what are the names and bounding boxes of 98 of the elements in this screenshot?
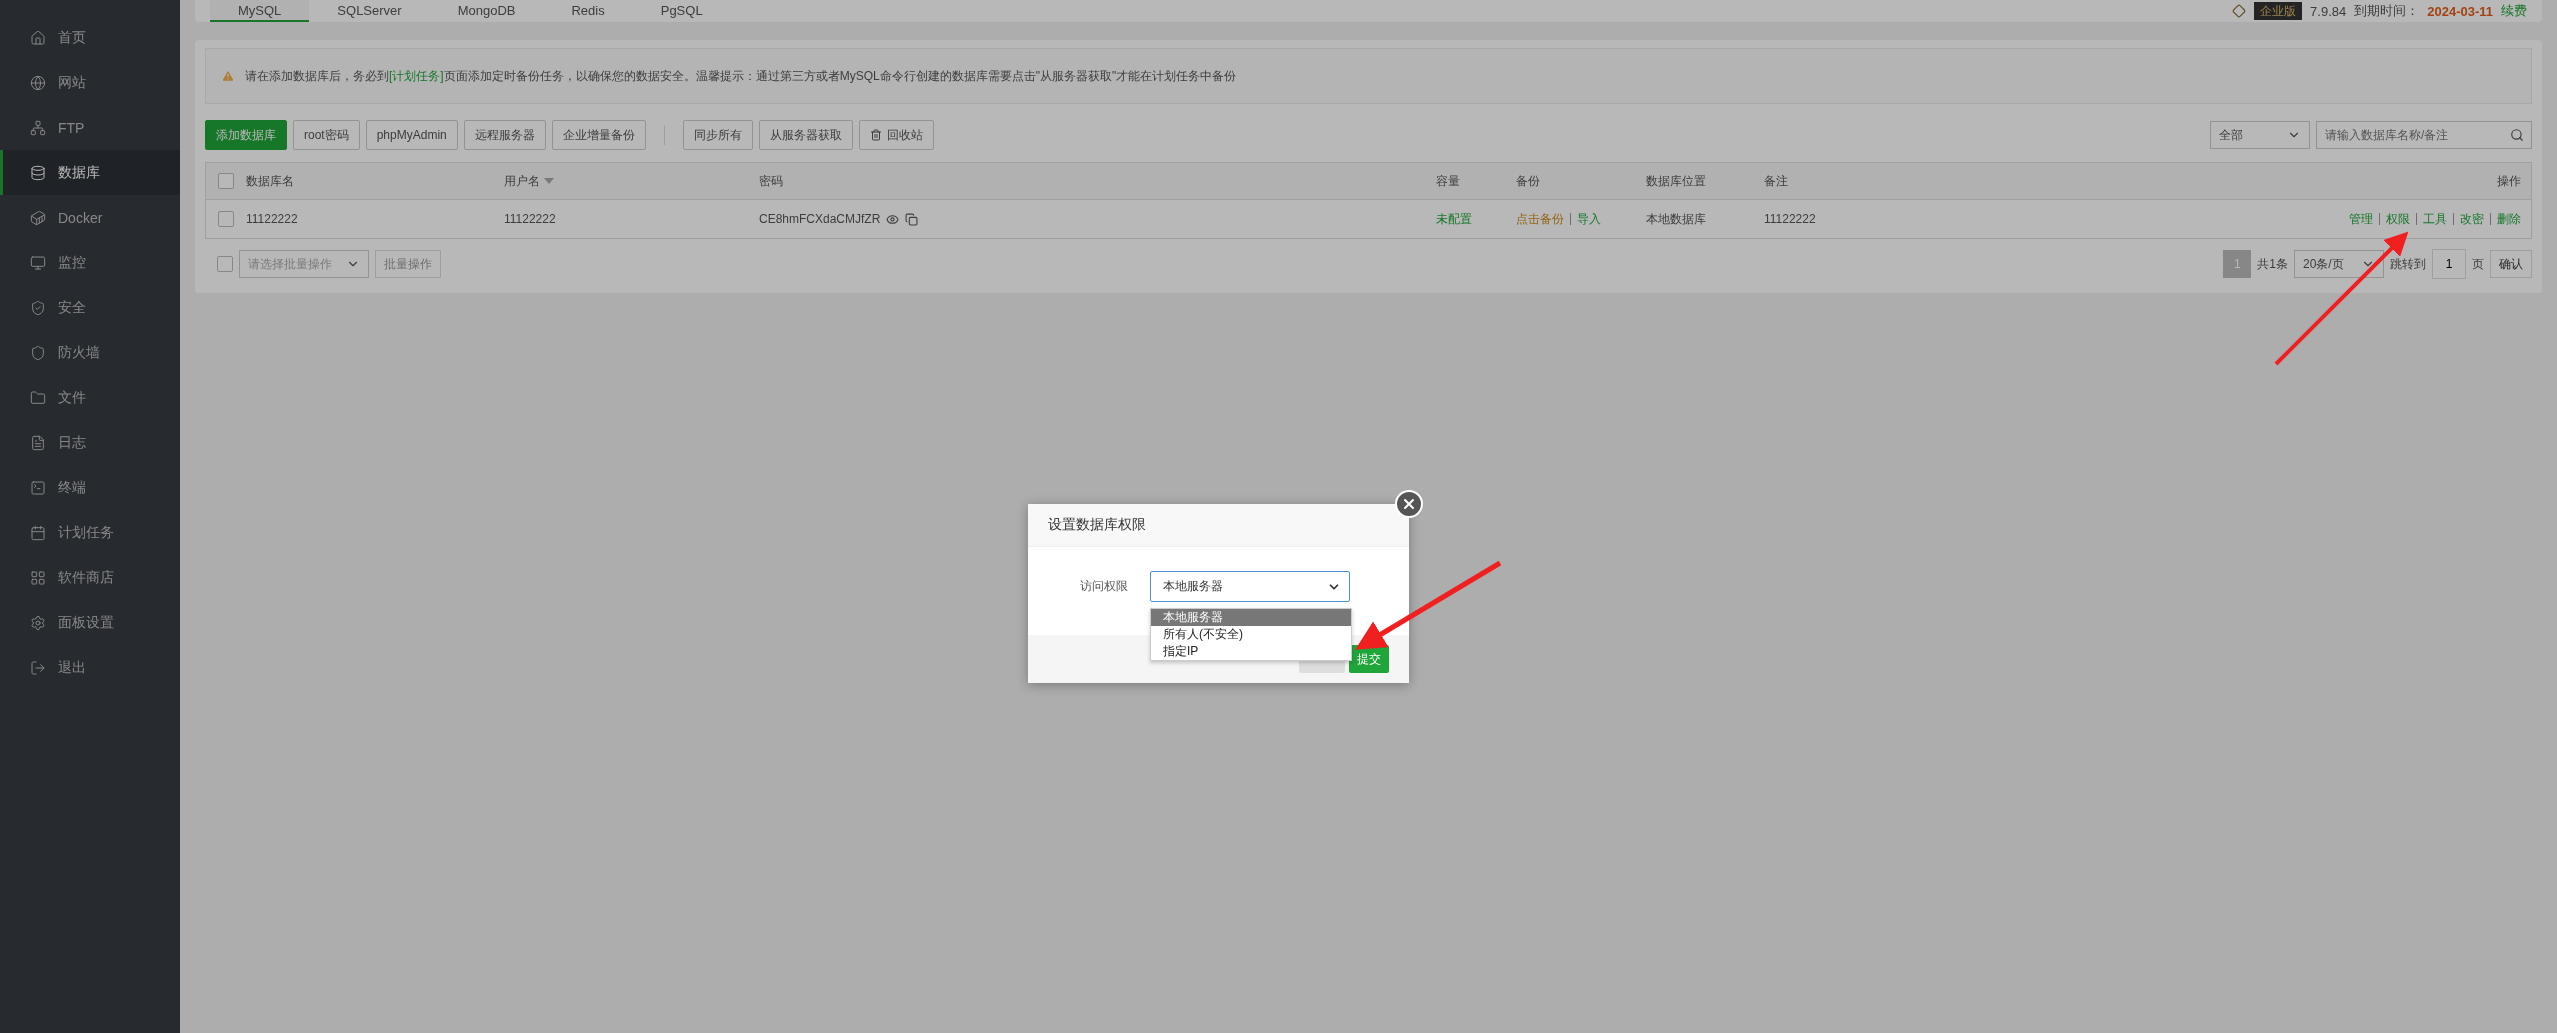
dialog-title: 设置数据库权限 (1048, 516, 1146, 534)
table-cell: 11122222 (1764, 212, 1816, 226)
sidebar-item[interactable]: 网站 (0, 60, 180, 105)
table-cell: 11122222 (246, 212, 298, 226)
logout-icon (30, 659, 46, 676)
expiry-date: 2024-03-11 (2427, 3, 2493, 19)
sidebar-item[interactable]: 首页 (0, 15, 180, 60)
column-header: 用户名 (504, 172, 540, 190)
column-header: 数据库名 (246, 172, 294, 190)
action-link[interactable]: 工具 (2423, 210, 2447, 228)
toolbar-button[interactable]: 远程服务器 (463, 120, 546, 150)
calendar-icon (30, 524, 46, 541)
sidebar-item[interactable]: 计划任务 (0, 510, 180, 555)
sort-caret-icon (544, 178, 554, 184)
toolbar-button[interactable]: 从服务器获取 (758, 120, 853, 150)
notice-text: 请在添加数据库后，务必到[计划任务]页面添加定时备份任务，以确保您的数据安全。温馨提示：通过第三方或者MySQL命令行创建的数据库需要点击"从服务器获取"才能在计划任务中备份 (245, 67, 1237, 85)
table-cell: 本地数据库 (1646, 210, 1706, 228)
column-header: 备份 (1516, 172, 1540, 190)
sidebar-item[interactable]: 退出 (0, 645, 180, 690)
dropdown-option[interactable]: 所有人(不安全) (1151, 626, 1351, 643)
globe-icon (30, 74, 46, 91)
sidebar-item[interactable]: 日志 (0, 420, 180, 465)
close-icon (1401, 496, 1417, 512)
copy-icon[interactable] (905, 212, 919, 226)
close-button[interactable] (1395, 490, 1423, 518)
shield-icon (30, 344, 46, 361)
warning-icon (221, 69, 235, 83)
document-icon (30, 434, 46, 451)
sidebar-item[interactable]: 数据库 (0, 150, 180, 195)
database-icon (30, 164, 46, 181)
page-unit: 页 (2472, 255, 2484, 273)
database-tab[interactable]: Redis (543, 0, 633, 22)
house-icon (30, 29, 46, 46)
action-link[interactable]: 管理 (2349, 210, 2373, 228)
trash-icon (869, 129, 882, 141)
page-input[interactable]: 1 (2432, 249, 2466, 279)
network-icon (30, 119, 46, 136)
type-filter-select[interactable]: 全部 (2210, 121, 2310, 149)
action-link[interactable]: 改密 (2460, 210, 2484, 228)
sidebar-item[interactable]: 终端 (0, 465, 180, 510)
action-link[interactable]: 删除 (2497, 210, 2521, 228)
column-header: 数据库位置 (1646, 172, 1706, 190)
toolbar-button[interactable]: 添加数据库 (205, 120, 287, 150)
database-tab[interactable]: SQLServer (309, 0, 430, 22)
sidebar-item[interactable]: 安全 (0, 285, 180, 330)
toolbar-button[interactable]: 回收站 (858, 120, 934, 150)
jump-label: 跳转到 (2390, 255, 2426, 273)
dropdown-option[interactable]: 本地服务器 (1151, 609, 1351, 626)
sidebar-item[interactable]: 文件 (0, 375, 180, 420)
diamond-icon (2232, 4, 2247, 18)
capacity-link[interactable]: 未配置 (1436, 210, 1472, 228)
password-text: CE8hmFCXdaCMJfZR (759, 212, 881, 226)
sidebar-item[interactable]: Docker (0, 195, 180, 240)
toolbar-button[interactable]: 企业增量备份 (551, 120, 646, 150)
database-tab[interactable]: PgSQL (632, 0, 731, 22)
sidebar-item[interactable]: 面板设置 (0, 600, 180, 645)
column-header: 操作 (2497, 172, 2521, 190)
page-size-select[interactable]: 20条/页 (2294, 250, 2384, 278)
sidebar-item[interactable]: FTP (0, 105, 180, 150)
renew-link[interactable]: 续费 (2501, 2, 2527, 20)
dropdown-option[interactable]: 指定IP (1151, 643, 1351, 660)
column-header: 容量 (1436, 172, 1460, 190)
eye-icon[interactable] (886, 212, 900, 226)
monitor-icon (30, 254, 46, 271)
column-header: 备注 (1764, 172, 1788, 190)
database-tab[interactable]: MySQL (210, 0, 310, 22)
table-cell: 11122222 (504, 212, 556, 226)
settings-icon (30, 614, 46, 631)
shield-check-icon (30, 299, 46, 316)
expiry-label: 到期时间： (2354, 2, 2420, 20)
field-label: 访问权限 (1080, 578, 1128, 595)
backup-link[interactable]: 点击备份 (1516, 210, 1564, 228)
action-link[interactable]: 权限 (2386, 210, 2410, 228)
database-tab[interactable]: MongoDB (429, 0, 544, 22)
row-checkbox[interactable] (218, 211, 234, 227)
edition-badge: 企业版 (2254, 2, 2303, 20)
column-header: 密码 (759, 172, 783, 190)
search-field[interactable]: 请输入数据库名称/备注 (2316, 121, 2532, 149)
search-icon[interactable] (2510, 128, 2524, 142)
toolbar-button[interactable]: phpMyAdmin (365, 120, 458, 150)
container-icon (30, 209, 46, 226)
batch-checkbox[interactable] (217, 256, 233, 272)
toolbar-button[interactable]: 同步所有 (682, 120, 753, 150)
select-all-checkbox[interactable] (218, 173, 234, 189)
import-link[interactable]: 导入 (1577, 210, 1601, 228)
grid-icon (30, 569, 46, 586)
confirm-button[interactable]: 确认 (2490, 250, 2532, 278)
task-link[interactable]: [计划任务] (389, 68, 444, 83)
version-text: 7.9.84 (2310, 3, 2347, 19)
sidebar-item[interactable]: 防火墙 (0, 330, 180, 375)
terminal-icon (30, 479, 46, 496)
batch-button[interactable]: 批量操作 (375, 250, 441, 278)
folder-icon (30, 389, 46, 406)
sidebar-item[interactable]: 监控 (0, 240, 180, 285)
sidebar-item[interactable]: 软件商店 (0, 555, 180, 600)
toolbar-button[interactable]: root密码 (293, 120, 360, 150)
access-select[interactable]: 本地服务器 (1150, 571, 1350, 602)
total-count: 共1条 (2257, 255, 2288, 273)
